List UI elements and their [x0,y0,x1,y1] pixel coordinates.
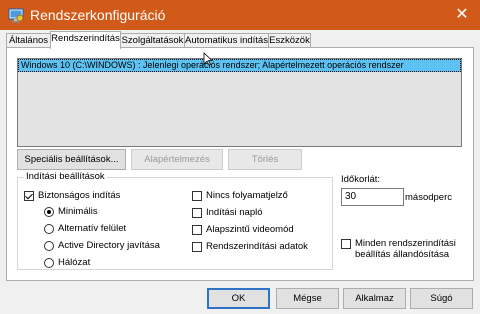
make-permanent-label-2: beállítás állandósítása [355,249,450,260]
radio-ad-repair-dot[interactable] [44,240,54,251]
radio-ad-repair-label: Active Directory javítása [58,240,160,251]
boot-log-check[interactable] [192,207,202,218]
safe-boot-label: Biztonságos indítás [38,190,121,201]
radio-minimal-dot[interactable] [44,206,54,217]
delete-button[interactable]: Törlés [228,149,302,170]
safe-boot-checkbox[interactable]: Biztonságos indítás [24,190,120,201]
boot-options-group: Indítási beállítások Biztonságos indítás… [17,171,333,270]
boot-log-label: Indítási napló [206,207,263,218]
base-video-label: Alapszintű videomód [206,224,294,235]
close-button[interactable]: ✕ [450,3,474,27]
window-title: Rendszerkonfiguráció [30,7,166,23]
tab-general[interactable]: Általános [6,33,51,48]
boot-tab-panel: Windows 10 (C:\WINDOWS) : Jelenlegi oper… [6,47,474,281]
boot-log-checkbox[interactable]: Indítási napló [192,207,263,218]
base-video-checkbox[interactable]: Alapszintű videomód [192,224,294,235]
tab-tools[interactable]: Eszközök [268,33,311,48]
radio-network-dot[interactable] [44,257,54,268]
radio-alternate-shell[interactable]: Alternatív felület [44,223,126,234]
timeout-input[interactable]: 30 [341,188,404,206]
timeout-label: Időkorlát: [341,174,381,185]
no-gui-boot-label: Nincs folyamatjelző [206,190,288,201]
tab-startup[interactable]: Automatikus indítás [184,33,269,48]
os-boot-info-label: Rendszerindítási adatok [206,241,308,252]
radio-network[interactable]: Hálózat [44,257,90,268]
timeout-unit: másodperc [405,192,452,203]
boot-options-title: Indítási beállítások [24,171,107,183]
apply-button[interactable]: Alkalmaz [343,288,406,309]
radio-minimal[interactable]: Minimális [44,206,98,217]
radio-ad-repair[interactable]: Active Directory javítása [44,240,160,251]
help-button[interactable]: Súgó [410,288,473,309]
tab-services[interactable]: Szolgáltatások [120,33,185,48]
os-boot-info-check[interactable] [192,241,202,252]
base-video-check[interactable] [192,224,202,235]
make-permanent-checkbox[interactable]: Minden rendszerindítási beállítás álland… [341,238,456,260]
safe-boot-check[interactable] [24,190,34,201]
mouse-pointer-icon [203,52,213,66]
set-default-button[interactable]: Alapértelmezés [131,149,223,170]
cancel-button[interactable]: Mégse [276,288,339,309]
tab-boot[interactable]: Rendszerindítás [50,31,121,49]
radio-minimal-label: Minimális [58,206,98,217]
ok-button[interactable]: OK [207,288,270,309]
os-boot-info-checkbox[interactable]: Rendszerindítási adatok [192,241,308,252]
no-gui-boot-check[interactable] [192,190,202,201]
no-gui-boot-checkbox[interactable]: Nincs folyamatjelző [192,190,288,201]
os-list-entry[interactable]: Windows 10 (C:\WINDOWS) : Jelenlegi oper… [18,59,461,72]
system-config-icon [8,8,24,23]
make-permanent-label-1: Minden rendszerindítási [355,238,456,249]
radio-alternate-shell-dot[interactable] [44,223,54,234]
title-bar: Rendszerkonfiguráció ✕ [0,0,480,30]
advanced-options-button[interactable]: Speciális beállítások... [17,149,126,170]
radio-network-label: Hálózat [58,257,91,268]
os-list[interactable]: Windows 10 (C:\WINDOWS) : Jelenlegi oper… [17,58,462,147]
make-permanent-check[interactable] [341,239,351,249]
radio-alternate-shell-label: Alternatív felület [58,223,127,234]
